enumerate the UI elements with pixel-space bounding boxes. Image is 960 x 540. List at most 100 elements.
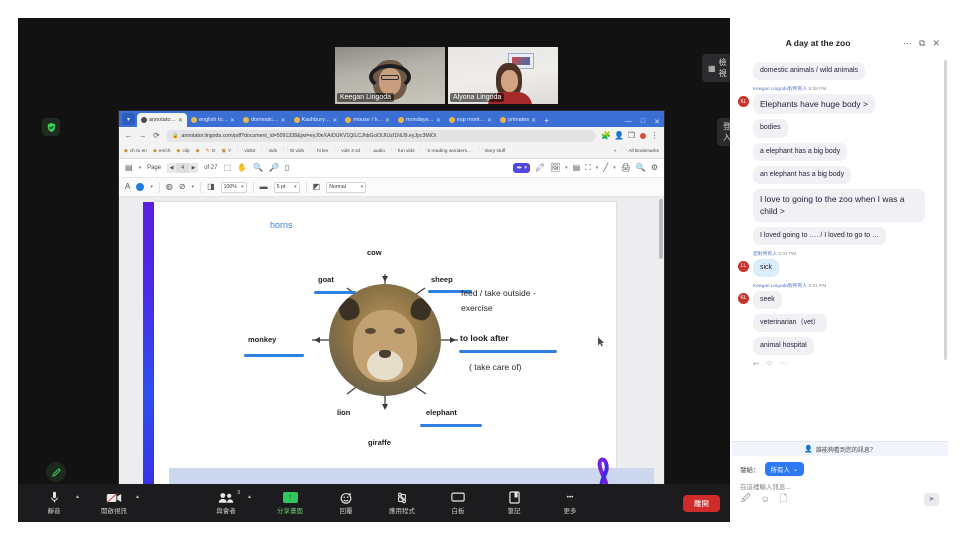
more-dots-icon[interactable]: ···	[780, 360, 787, 368]
prev-page-button[interactable]: ◀	[167, 163, 177, 173]
pdf-page[interactable]: horns cow sheep goat monkey lion giraffe…	[154, 202, 616, 486]
annotate-pencil-icon[interactable]	[46, 462, 66, 482]
reload-icon[interactable]: ⟳	[152, 131, 161, 140]
tab-close-icon[interactable]: ✕	[332, 117, 337, 124]
settings-gear-icon[interactable]: ⚙	[651, 164, 658, 172]
video-tile-keegan[interactable]: Keegan Lingoda	[335, 47, 445, 104]
bookmark-item[interactable]: ◆ clip	[177, 148, 190, 154]
bookmark-item[interactable]: ✎ O	[205, 148, 215, 154]
no-stroke-icon[interactable]: ⊘	[179, 183, 186, 191]
bookmark-folder[interactable]: 🗀 tb vids	[283, 147, 304, 155]
chevron-up-icon[interactable]: ▲	[135, 494, 140, 500]
forward-icon[interactable]: →	[138, 131, 147, 140]
toolbar-notes-button[interactable]: 筆記	[494, 491, 534, 515]
address-bar[interactable]: 🔒 annotator.lingoda.com/pdf?document_id=…	[166, 129, 596, 142]
chevron-down-icon[interactable]: ▾	[241, 184, 244, 190]
opacity-icon[interactable]: ◨	[207, 183, 215, 191]
chevron-down-icon[interactable]: ▾	[596, 165, 599, 171]
toolbar-whiteboard-button[interactable]: 白板	[438, 491, 478, 515]
tab-close-icon[interactable]: ✕	[281, 117, 286, 124]
highlighter-icon[interactable]: 🖍	[535, 164, 545, 172]
chevron-down-icon[interactable]: ▾	[613, 165, 616, 171]
tab-close-icon[interactable]: ✕	[436, 117, 441, 124]
minimize-button[interactable]: —	[625, 118, 632, 126]
video-tile-alyona[interactable]: Alyona Lingoda	[448, 47, 558, 104]
send-to-dropdown[interactable]: 所有人 ⌄	[764, 462, 805, 476]
stamp-icon[interactable]: ▤	[573, 164, 581, 172]
emoji-icon[interactable]: ☺	[761, 494, 770, 504]
bookmark-folder[interactable]: 🗀 vids 3 sd	[334, 147, 360, 155]
text-format-icon[interactable]: A	[125, 183, 130, 191]
more-options-icon[interactable]: ···	[903, 38, 912, 48]
bookmark-item[interactable]: ◆	[196, 148, 200, 154]
chevron-down-icon[interactable]: ▾	[192, 184, 195, 190]
chevron-down-icon[interactable]: ▾	[150, 184, 153, 190]
reply-icon[interactable]: ↩	[753, 360, 759, 368]
blend-mode-field[interactable]: Normal ▾	[326, 181, 367, 193]
chevron-down-icon[interactable]: ▾	[524, 165, 527, 171]
bookmark-folder[interactable]: 🗀 fun vids	[391, 147, 415, 155]
browser-tab-5[interactable]: mondays… ✕	[394, 113, 445, 127]
extensions-icon[interactable]: 🧩	[601, 131, 611, 140]
chat-message-list[interactable]: domestic animals / wild animals Keegan L…	[732, 56, 948, 441]
search-icon[interactable]: 🔍	[636, 164, 646, 172]
bookmark-folder[interactable]: 🗀 audio	[366, 147, 385, 155]
send-icon[interactable]: ➤	[924, 492, 939, 506]
tab-close-icon[interactable]: ✕	[385, 117, 390, 124]
format-text-icon[interactable]: 🖉	[741, 491, 751, 507]
pdf-scrollbar[interactable]	[659, 199, 663, 259]
bookmark-folder[interactable]: 🗀 story stuff	[478, 147, 506, 155]
browser-tab-4[interactable]: mouse / h… ✕	[341, 113, 394, 127]
view-button[interactable]: ▦ 檢視	[702, 54, 730, 82]
new-tab-button[interactable]: +	[540, 116, 553, 127]
close-icon[interactable]: ✕	[932, 38, 940, 49]
chevron-up-icon[interactable]: ▲	[75, 494, 80, 500]
line-width-field[interactable]: 5 pt ▾	[273, 181, 300, 193]
line-width-icon[interactable]: ▬	[260, 183, 268, 191]
toolbar-start-video-button[interactable]: 開啟視訊 ▲	[94, 491, 140, 515]
file-attach-icon[interactable]: 🗋	[780, 491, 787, 507]
opacity-field[interactable]: 100% ▾	[220, 181, 247, 193]
toolbar-share-screen-button[interactable]: ↑ 分享畫面	[270, 491, 310, 515]
select-icon[interactable]: ⬚	[223, 164, 231, 172]
tab-close-icon[interactable]: ✕	[531, 117, 536, 124]
bookmark-folder[interactable]: 🗀 vids	[262, 147, 278, 155]
pan-hand-icon[interactable]: ✋	[237, 164, 247, 172]
chevron-down-icon[interactable]: ▾	[565, 165, 568, 171]
chevron-down-icon[interactable]: ▾	[294, 184, 297, 190]
leave-meeting-button[interactable]: 離開	[683, 494, 720, 512]
zoom-out-icon[interactable]: 🔍	[253, 164, 263, 172]
chevron-down-icon[interactable]: ▾	[361, 184, 364, 190]
bookmark-folder[interactable]: 🗀 0 reading wonders…	[421, 147, 472, 155]
all-bookmarks-button[interactable]: 🗀 All Bookmarks	[621, 147, 659, 155]
page-stepper[interactable]: ◀ 4 ▶	[167, 163, 199, 173]
split-view-icon[interactable]: ❐	[627, 131, 636, 140]
tab-close-icon[interactable]: ✕	[230, 117, 235, 124]
sidebar-toggle-icon[interactable]: ▤	[125, 164, 133, 172]
chat-scrollbar[interactable]	[944, 60, 947, 360]
fill-bucket-icon[interactable]: ◍	[166, 183, 173, 191]
site-info-icon[interactable]: 🔒	[172, 133, 178, 139]
toolbar-more-button[interactable]: ••• 更多	[550, 491, 590, 515]
pen-tool-icon[interactable]: ✒ ▾	[513, 163, 530, 173]
message-input[interactable]: 在這裡輸入訊息...	[740, 481, 940, 491]
toolbar-participants-button[interactable]: 3 與會者 ▲	[206, 490, 252, 515]
back-icon[interactable]: ←	[124, 131, 133, 140]
line-icon[interactable]: ╱	[603, 164, 608, 172]
shield-check-icon[interactable]	[42, 118, 60, 136]
toolbar-mute-button[interactable]: 靜音 ▲	[34, 491, 80, 515]
color-swatch[interactable]	[136, 183, 145, 191]
toolbar-reactions-button[interactable]: 回覆	[326, 491, 366, 515]
maximize-button[interactable]: □	[641, 118, 645, 126]
bookmark-item[interactable]: ◆ ch to en	[124, 148, 147, 154]
tab-close-icon[interactable]: ✕	[178, 117, 183, 124]
blend-mode-icon[interactable]: ◩	[313, 183, 321, 191]
image-icon[interactable]: 🖼	[550, 164, 560, 172]
bookmark-item[interactable]: ▣ Y	[221, 148, 231, 154]
next-page-button[interactable]: ▶	[189, 163, 199, 173]
chevron-down-icon[interactable]: ▾	[139, 165, 142, 171]
bookmark-item[interactable]: ◆ en/ch	[153, 148, 171, 154]
tab-close-icon[interactable]: ✕	[487, 117, 492, 124]
browser-tab-0[interactable]: annotato… ✕	[137, 113, 187, 127]
page-fit-icon[interactable]: ▯	[285, 164, 289, 172]
